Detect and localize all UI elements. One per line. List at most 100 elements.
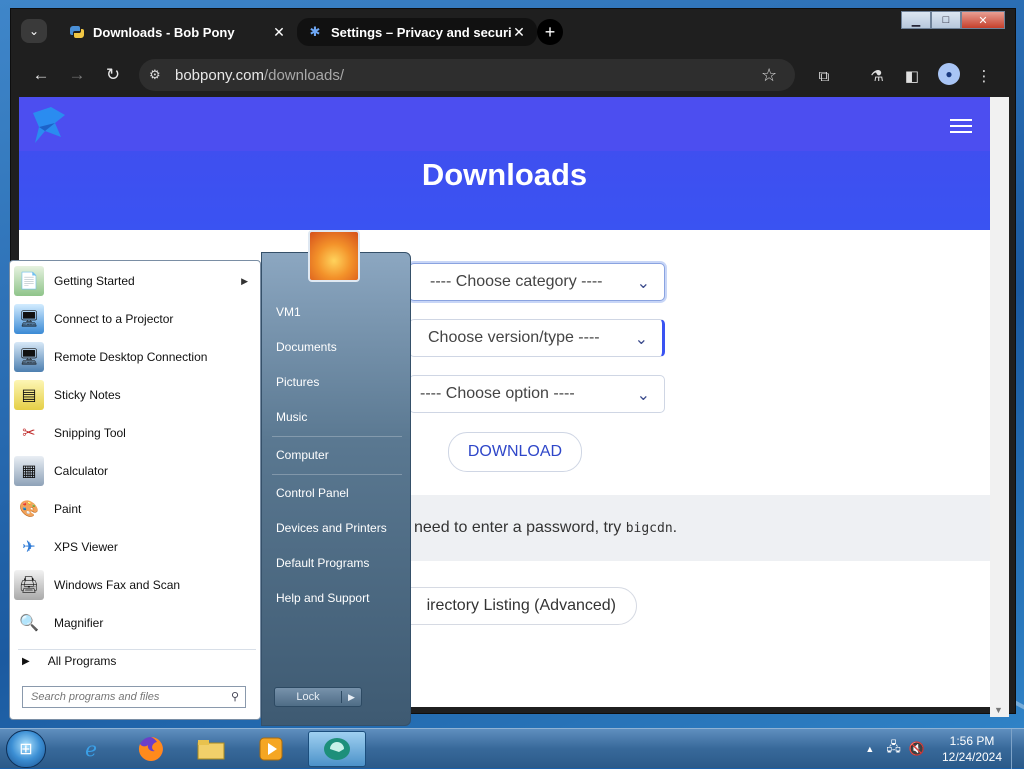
profile-avatar-icon[interactable]: ●: [938, 63, 960, 85]
gear-icon: ✱: [309, 24, 321, 39]
clock[interactable]: 1:56 PM 12/24/2024: [933, 733, 1011, 765]
program-getting-started[interactable]: 📄 Getting Started ▶: [14, 263, 258, 299]
chevron-down-icon: ⌄: [28, 24, 40, 38]
lock-button[interactable]: Lock ▶: [274, 687, 362, 707]
version-select[interactable]: Choose version/type ---- ⌄: [409, 319, 665, 357]
plus-icon: +: [544, 21, 556, 42]
close-tab-icon[interactable]: ✕: [511, 24, 527, 41]
reload-icon: ↻: [105, 65, 121, 84]
system-tray: ▲ 🖧 🔇 1:56 PM 12/24/2024: [865, 729, 1024, 769]
download-button[interactable]: DOWNLOAD: [448, 432, 582, 472]
default-programs-item[interactable]: Default Programs: [276, 550, 406, 576]
hero-banner: Downloads: [19, 97, 990, 230]
directory-listing-button[interactable]: irectory Listing (Advanced): [379, 587, 637, 625]
tab-strip: ⌄ Downloads - Bob Pony ✕ ✱ Settings – Pr…: [11, 9, 1015, 53]
tab-settings[interactable]: ✱ Settings – Privacy and security ✕: [297, 18, 537, 46]
chevron-down-icon: ⌄: [634, 331, 648, 348]
reload-button[interactable]: ↻: [101, 63, 125, 87]
search-input[interactable]: [29, 690, 213, 704]
close-tab-icon[interactable]: ✕: [271, 24, 287, 41]
back-button[interactable]: ←: [29, 63, 53, 87]
tab-downloads[interactable]: Downloads - Bob Pony ✕: [59, 17, 297, 47]
windows-logo-icon: ⊞: [19, 741, 33, 758]
site-info-icon[interactable]: ⚙: [149, 67, 175, 83]
separator: [272, 436, 402, 437]
start-menu-right-pane: VM1 Documents Pictures Music Computer Co…: [261, 252, 411, 726]
getting-started-icon: 📄: [14, 266, 44, 296]
scroll-down-icon[interactable]: ▼: [994, 705, 1003, 715]
snipping-tool-icon: ✂: [14, 418, 44, 448]
tab-title: Downloads - Bob Pony: [93, 24, 235, 40]
power-options-arrow-icon[interactable]: ▶: [342, 692, 361, 703]
more-menu-icon[interactable]: ⋮: [973, 65, 995, 87]
remote-desktop-icon: 🖥: [14, 342, 44, 372]
calculator-icon: ▦: [14, 456, 44, 486]
projector-icon: 🖥: [14, 304, 44, 334]
arrow-right-icon: →: [68, 65, 86, 84]
ie-icon[interactable]: ℯ: [66, 731, 116, 767]
pictures-item[interactable]: Pictures: [276, 369, 406, 395]
url-text: bobpony.com/downloads/: [175, 66, 345, 84]
all-programs-item[interactable]: ▶ All Programs: [18, 649, 256, 672]
paint-icon: 🎨: [14, 494, 44, 524]
tab-title: Settings – Privacy and security: [331, 24, 511, 40]
address-bar[interactable]: ⚙ bobpony.com/downloads/ ☆: [139, 59, 795, 91]
user-picture: [308, 230, 360, 282]
computer-item[interactable]: Computer: [276, 442, 406, 468]
separator: [272, 474, 402, 475]
xps-viewer-icon: ✈: [14, 532, 44, 562]
site-header: [19, 97, 990, 151]
program-xps-viewer[interactable]: ✈ XPS Viewer: [14, 529, 258, 565]
bookmark-star-icon[interactable]: ☆: [761, 65, 795, 86]
labs-flask-icon[interactable]: ⚗: [866, 65, 888, 87]
fax-scan-icon: 🖨: [14, 570, 44, 600]
submenu-arrow-icon: ▶: [241, 275, 248, 286]
control-panel-item[interactable]: Control Panel: [276, 480, 406, 506]
network-icon[interactable]: 🖧: [886, 738, 901, 760]
start-menu: VM1 Documents Pictures Music Computer Co…: [6, 230, 411, 728]
app-icon[interactable]: [308, 731, 366, 767]
category-select[interactable]: ---- Choose category ---- ⌄: [409, 263, 665, 301]
forward-button[interactable]: →: [65, 63, 89, 87]
show-hidden-icons-icon[interactable]: ▲: [865, 744, 874, 754]
taskbar: ⊞ ℯ ▲ 🖧 🔇 1:56 PM 12/24/2024: [0, 728, 1024, 769]
start-button[interactable]: ⊞: [6, 730, 46, 768]
program-sticky-notes[interactable]: ▤ Sticky Notes: [14, 377, 258, 413]
media-player-icon[interactable]: [246, 731, 296, 767]
sticky-notes-icon: ▤: [14, 380, 44, 410]
program-projector[interactable]: 🖥 Connect to a Projector: [14, 301, 258, 337]
snake-icon: [69, 24, 85, 40]
tab-search-button[interactable]: ⌄: [21, 19, 47, 43]
firefox-icon[interactable]: [126, 731, 176, 767]
program-remote-desktop[interactable]: 🖥 Remote Desktop Connection: [14, 339, 258, 375]
program-snipping-tool[interactable]: ✂ Snipping Tool: [14, 415, 258, 451]
menu-hamburger-icon[interactable]: [950, 119, 972, 133]
user-folder-item[interactable]: VM1: [276, 299, 406, 325]
notice-text: need to enter a password, try bigcdn.: [414, 519, 678, 536]
start-search-box[interactable]: ⚲: [22, 686, 246, 708]
program-fax-scan[interactable]: 🖨 Windows Fax and Scan: [14, 567, 258, 603]
password-code: bigcdn: [625, 521, 673, 536]
site-logo-icon[interactable]: [25, 103, 69, 147]
documents-item[interactable]: Documents: [276, 334, 406, 360]
music-item[interactable]: Music: [276, 404, 406, 430]
show-desktop-button[interactable]: [1011, 729, 1024, 769]
side-panel-icon[interactable]: ◧: [901, 65, 923, 87]
page-title: Downloads: [421, 157, 588, 192]
explorer-icon[interactable]: [186, 731, 236, 767]
search-icon[interactable]: ⚲: [231, 690, 239, 703]
right-triangle-icon: ▶: [22, 655, 30, 667]
program-magnifier[interactable]: 🔍 Magnifier: [14, 605, 258, 641]
program-calculator[interactable]: ▦ Calculator: [14, 453, 258, 489]
page-scrollbar[interactable]: ▼: [990, 97, 1009, 717]
new-tab-button[interactable]: +: [537, 19, 563, 45]
chevron-down-icon: ⌄: [636, 387, 650, 404]
magnifier-icon: 🔍: [14, 608, 44, 638]
option-select[interactable]: ---- Choose option ---- ⌄: [409, 375, 665, 413]
help-support-item[interactable]: Help and Support: [276, 585, 406, 611]
devices-printers-item[interactable]: Devices and Printers: [276, 515, 406, 541]
start-menu-programs: 📄 Getting Started ▶ 🖥 Connect to a Proje…: [9, 260, 261, 720]
volume-muted-icon[interactable]: 🔇: [909, 741, 925, 757]
extensions-icon[interactable]: ⧉: [813, 65, 835, 87]
program-paint[interactable]: 🎨 Paint: [14, 491, 258, 527]
